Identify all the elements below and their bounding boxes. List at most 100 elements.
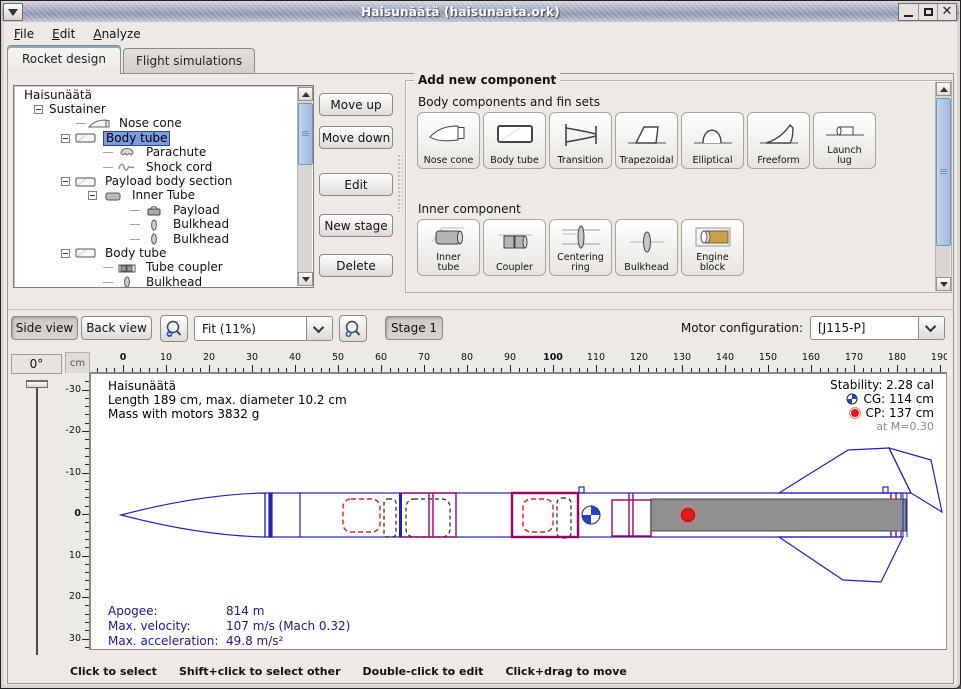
ruler-tick: [286, 368, 287, 372]
panel-splitter[interactable]: [397, 154, 403, 212]
tree-item-bulkhead[interactable]: Bulkhead: [16, 232, 296, 246]
add-component-scrollbar[interactable]: [935, 82, 950, 291]
minimize-button[interactable]: [899, 4, 918, 20]
ruler-tick: [424, 365, 425, 372]
mach-note: at M=0.30: [830, 420, 934, 434]
ruler-tick: [85, 456, 89, 457]
component-button-engine-block[interactable]: Engineblock: [681, 219, 744, 276]
component-button-inner-tube[interactable]: Innertube: [417, 219, 480, 276]
stage-1-toggle[interactable]: Stage 1: [385, 316, 443, 340]
rocket-mass: Mass with motors 3832 g: [108, 407, 347, 421]
cg-icon: [846, 393, 858, 405]
edit-button[interactable]: Edit: [319, 173, 393, 196]
scroll-down-button[interactable]: [298, 272, 313, 286]
tab-rocket-design[interactable]: Rocket design: [7, 45, 121, 74]
tree-item-tube-coupler[interactable]: Tube coupler: [16, 261, 296, 275]
maximize-button[interactable]: [918, 4, 937, 20]
tree-item-body-tube[interactable]: Body tube: [16, 131, 296, 145]
launch-lug-icon: [814, 113, 875, 146]
tree-expander[interactable]: [34, 105, 43, 114]
tree-connector: [103, 167, 113, 168]
tree-item-bulkhead[interactable]: Bulkhead: [16, 275, 296, 287]
ruler-tick: [579, 368, 580, 372]
component-button-elliptical[interactable]: Elliptical: [681, 112, 744, 169]
ruler-tick: [364, 368, 365, 372]
component-button-transition[interactable]: Transition: [549, 112, 612, 169]
back-view-button[interactable]: Back view: [81, 316, 152, 340]
ruler-tick: [149, 368, 150, 372]
zoom-in-button[interactable]: [339, 315, 367, 342]
motor-configuration-combo[interactable]: [J115-P]: [810, 316, 945, 340]
new-stage-button[interactable]: New stage: [319, 214, 393, 237]
menu-edit[interactable]: Edit: [43, 24, 84, 44]
tree-expander[interactable]: [61, 134, 70, 143]
tree-item-label: Body tube: [103, 247, 168, 260]
tree-item-body-tube[interactable]: Body tube: [16, 246, 296, 260]
arrow-up-icon: [940, 87, 948, 92]
component-button-launch-lug[interactable]: Launchlug: [813, 112, 876, 169]
component-button-trapezoidal[interactable]: Trapezoidal: [615, 112, 678, 169]
rocket-canvas[interactable]: Haisunäätä Length 189 cm, max. diameter …: [90, 373, 947, 650]
ruler-tick: [888, 368, 889, 372]
rotation-slider-handle[interactable]: [26, 380, 48, 388]
combo-dropdown-button[interactable]: [306, 317, 332, 340]
component-button-coupler[interactable]: Coupler: [483, 219, 546, 276]
scrollbar-thumb[interactable]: [298, 103, 313, 165]
tree-expander[interactable]: [88, 191, 97, 200]
tree-item-parachute[interactable]: Parachute: [16, 146, 296, 160]
component-button-freeform[interactable]: Freeform: [747, 112, 810, 169]
tab-flight-simulations[interactable]: Flight simulations: [123, 48, 255, 74]
menu-analyze[interactable]: Analyze: [84, 24, 149, 44]
tree-item-bulkhead[interactable]: Bulkhead: [16, 218, 296, 232]
move-down-button[interactable]: Move down: [319, 126, 393, 149]
ruler-tick: [269, 368, 270, 372]
tree-item-payload-body-section[interactable]: Payload body section: [16, 174, 296, 188]
component-button-bulkhead[interactable]: Bulkhead: [615, 219, 678, 276]
tree-item-haisunäätä[interactable]: Haisunäätä: [16, 88, 296, 102]
tree-item-label: Nose cone: [117, 117, 184, 130]
combo-dropdown-button[interactable]: [918, 317, 944, 339]
ruler-tick: [97, 368, 98, 372]
scroll-up-button[interactable]: [936, 82, 951, 96]
tree-item-inner-tube[interactable]: Inner Tube: [16, 189, 296, 203]
component-button-centering-ring[interactable]: Centeringring: [549, 219, 612, 276]
tree-item-nose-cone[interactable]: Nose cone: [16, 117, 296, 131]
menu-file[interactable]: File: [5, 24, 43, 44]
bulkhead-icon: [616, 220, 677, 263]
tree-expander[interactable]: [61, 177, 70, 186]
tree-item-payload[interactable]: Payload: [16, 203, 296, 217]
bulkhead-icon: [142, 219, 166, 231]
inner-component-label: Inner component: [418, 202, 521, 216]
vertical-ruler: -30-20-100102030: [65, 373, 90, 650]
scroll-up-button[interactable]: [298, 87, 313, 101]
window-menu-icon: [8, 9, 18, 16]
scroll-down-button[interactable]: [936, 277, 951, 291]
ruler-tick: [940, 365, 941, 372]
component-button-label: Centeringring: [557, 253, 604, 273]
window-menu-button[interactable]: [3, 3, 23, 21]
ruler-tick: [415, 368, 416, 372]
tree-expander[interactable]: [61, 249, 70, 258]
zoom-in-icon: [343, 319, 363, 339]
tree-item-shock-cord[interactable]: Shock cord: [16, 160, 296, 174]
ruler-label: 10: [69, 549, 81, 560]
tree-connector: [130, 239, 140, 240]
zoom-level-combo[interactable]: Fit (11%): [194, 316, 333, 341]
tree-item-sustainer[interactable]: Sustainer: [16, 102, 296, 116]
component-button-nose-cone[interactable]: Nose cone: [417, 112, 480, 169]
zoom-out-button[interactable]: [160, 315, 188, 342]
side-view-button[interactable]: Side view: [11, 316, 78, 340]
component-button-body-tube[interactable]: Body tube: [483, 112, 546, 169]
ruler-tick: [630, 368, 631, 372]
ruler-tick: [519, 368, 520, 372]
ruler-tick: [648, 368, 649, 372]
delete-button[interactable]: Delete: [319, 254, 393, 277]
tree-scrollbar[interactable]: [297, 87, 312, 286]
ruler-tick: [278, 368, 279, 372]
rotation-slider-track[interactable]: [36, 383, 38, 655]
move-up-button[interactable]: Move up: [319, 93, 393, 116]
ruler-tick: [85, 605, 89, 606]
close-button[interactable]: ✕: [937, 4, 956, 20]
ruler-label: 100: [543, 352, 563, 363]
scrollbar-thumb[interactable]: [936, 98, 951, 246]
